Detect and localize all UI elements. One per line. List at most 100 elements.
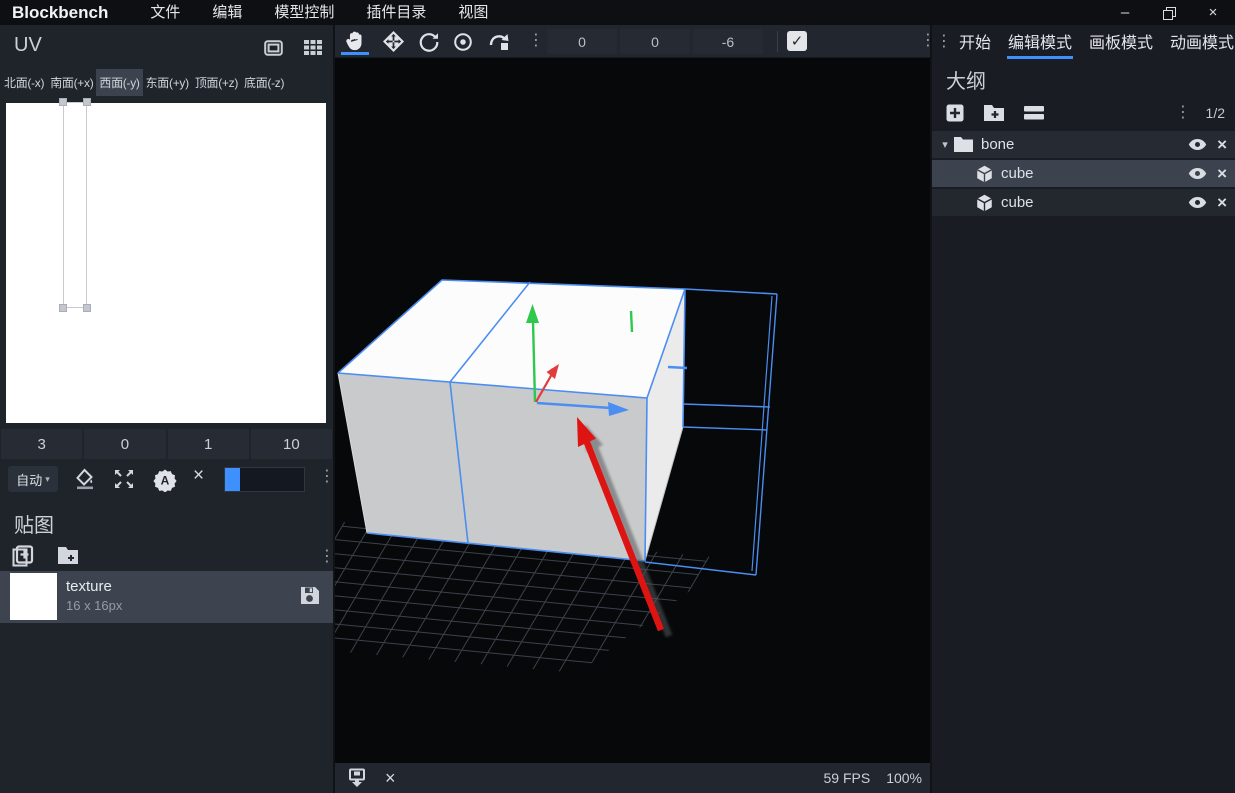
svg-text:A: A [161,474,170,488]
rotate-tool-button[interactable] [415,28,443,55]
target-icon [452,31,474,53]
pivot-tool-button[interactable] [449,28,477,55]
group-name[interactable]: bone [981,136,1014,153]
visibility-toggle[interactable] [1188,167,1207,180]
uv-toolbar: 自动 ▾ A × [0,463,335,495]
position-z-input[interactable]: -6 [693,29,763,54]
rotate-back-square-icon [487,31,511,53]
uv-tab-bottom[interactable]: 底面(-z) [241,69,287,96]
slider-handle[interactable] [225,468,240,491]
3d-viewport[interactable] [335,59,932,763]
uv-canvas[interactable] [6,103,326,423]
import-texture-button[interactable] [58,547,78,564]
screenshot-monitor-icon [347,768,367,788]
letter-a-badge-icon: A [153,468,177,492]
apply-texture-button[interactable] [74,468,96,490]
menu-file[interactable]: 文件 [134,0,196,25]
uv-mode-dropdown-value: 自动 [16,470,42,489]
tab-edit-mode[interactable]: 编辑模式 [1007,24,1073,59]
app-brand: Blockbench [12,3,108,23]
collapse-caret-icon[interactable]: ▾ [936,138,954,151]
cube-name[interactable]: cube [1001,194,1034,211]
tab-animate-mode[interactable]: 动画模式 [1169,24,1235,59]
menu-plugins[interactable]: 插件目录 [350,0,442,25]
uv-y-input[interactable]: 0 [84,429,165,459]
tab-start[interactable]: 开始 [958,24,992,59]
close-preview-button[interactable]: × [385,768,396,789]
save-texture-button[interactable] [300,586,319,605]
uv-selection-box[interactable] [63,102,87,308]
outliner-row-cube[interactable]: cube × [932,189,1235,216]
position-x-input[interactable]: 0 [547,29,617,54]
uv-tab-north[interactable]: 北面(-x) [1,69,47,96]
uv-x-input[interactable]: 3 [1,429,82,459]
uv-tab-east[interactable]: 东面(+y) [143,69,192,96]
toolbar-divider [777,31,778,52]
outliner-tree: ▾ bone × cube [932,131,1235,218]
move-tool-button[interactable] [379,28,407,55]
menu-view[interactable]: 视图 [442,0,504,25]
tab-paint-mode[interactable]: 画板模式 [1088,24,1154,59]
folder-icon [954,137,973,152]
create-texture-button[interactable] [12,545,34,567]
clear-uv-button[interactable]: × [193,465,204,487]
uv-frame-toggle-button[interactable] [264,40,283,56]
eye-icon [1188,196,1207,209]
cube-mesh[interactable] [338,280,685,561]
add-texture-icon [12,545,34,567]
close-button[interactable]: × [1191,0,1235,25]
uv-rotation-slider[interactable] [224,467,305,492]
vertex-snap-tool-button[interactable] [485,28,513,55]
outliner-row-bone[interactable]: ▾ bone × [932,131,1235,158]
uv-handle-bottom-right[interactable] [83,304,91,312]
uv-handle-top-right[interactable] [83,98,91,106]
toggle-skin-button[interactable] [1024,106,1044,120]
texture-list-item[interactable]: texture 16 x 16px [0,571,335,623]
maximize-uv-button[interactable] [113,468,135,490]
delete-cube-button[interactable]: × [1217,193,1227,213]
outliner-menu-button[interactable]: ⋮ [1175,105,1191,121]
uv-panel-title: UV [14,34,42,57]
restore-button[interactable] [1147,0,1191,25]
uv-height-input[interactable]: 10 [251,429,332,459]
add-group-button[interactable] [983,104,1005,122]
cube-name[interactable]: cube [1001,165,1034,182]
visibility-toggle[interactable] [1188,196,1207,209]
texture-thumbnail [10,573,57,620]
uv-handle-top-left[interactable] [59,98,67,106]
toolbar-menu-button[interactable]: ⋮ [528,33,544,49]
restore-icon [1163,7,1176,20]
textures-toolbar [0,543,335,569]
screenshot-button[interactable] [347,768,367,788]
uv-tab-west[interactable]: 西面(-y) [96,69,142,96]
uv-handle-bottom-left[interactable] [59,304,67,312]
viewport-statusbar: × 59 FPS 100% [335,763,932,793]
outliner-row-cube-selected[interactable]: cube × [932,160,1235,187]
uv-width-input[interactable]: 1 [168,429,249,459]
menu-model-control[interactable]: 模型控制 [258,0,350,25]
uv-tab-south[interactable]: 南面(+x) [47,69,96,96]
add-cube-button[interactable] [945,103,965,123]
panel-divider-right[interactable] [930,25,932,793]
delete-group-button[interactable]: × [1217,135,1227,155]
textures-panel-title: 贴图 [14,509,54,538]
rescale-checkbox[interactable]: ✓ [787,31,807,51]
uv-mode-dropdown[interactable]: 自动 ▾ [8,466,58,492]
minimize-button[interactable]: – [1103,0,1147,25]
grid-icon [304,40,322,55]
mode-tabs-menu-button[interactable]: ⋮ [936,34,952,50]
menu-edit[interactable]: 编辑 [196,0,258,25]
visibility-toggle[interactable] [1188,138,1207,151]
uv-tab-top[interactable]: 顶面(+z) [192,69,241,96]
uv-face-tabs: 北面(-x) 南面(+x) 西面(-y) 东面(+y) 顶面(+z) 底面(-z… [1,68,334,96]
pan-tool-button[interactable] [341,28,369,55]
delete-cube-button[interactable]: × [1217,164,1227,184]
panel-divider-left[interactable] [333,25,335,793]
position-y-input[interactable]: 0 [620,29,690,54]
chevron-down-icon: ▾ [45,474,50,485]
uv-grid-toggle-button[interactable] [304,40,322,55]
auto-uv-button[interactable]: A [153,468,177,492]
mode-tab-bar: ⋮ 开始 编辑模式 画板模式 动画模式 [932,25,1235,58]
menubar: Blockbench 文件 编辑 模型控制 插件目录 视图 – × [0,0,1235,25]
right-panel: ⋮ 开始 编辑模式 画板模式 动画模式 大纲 ⋮ 1/2 ▾ [932,25,1235,793]
